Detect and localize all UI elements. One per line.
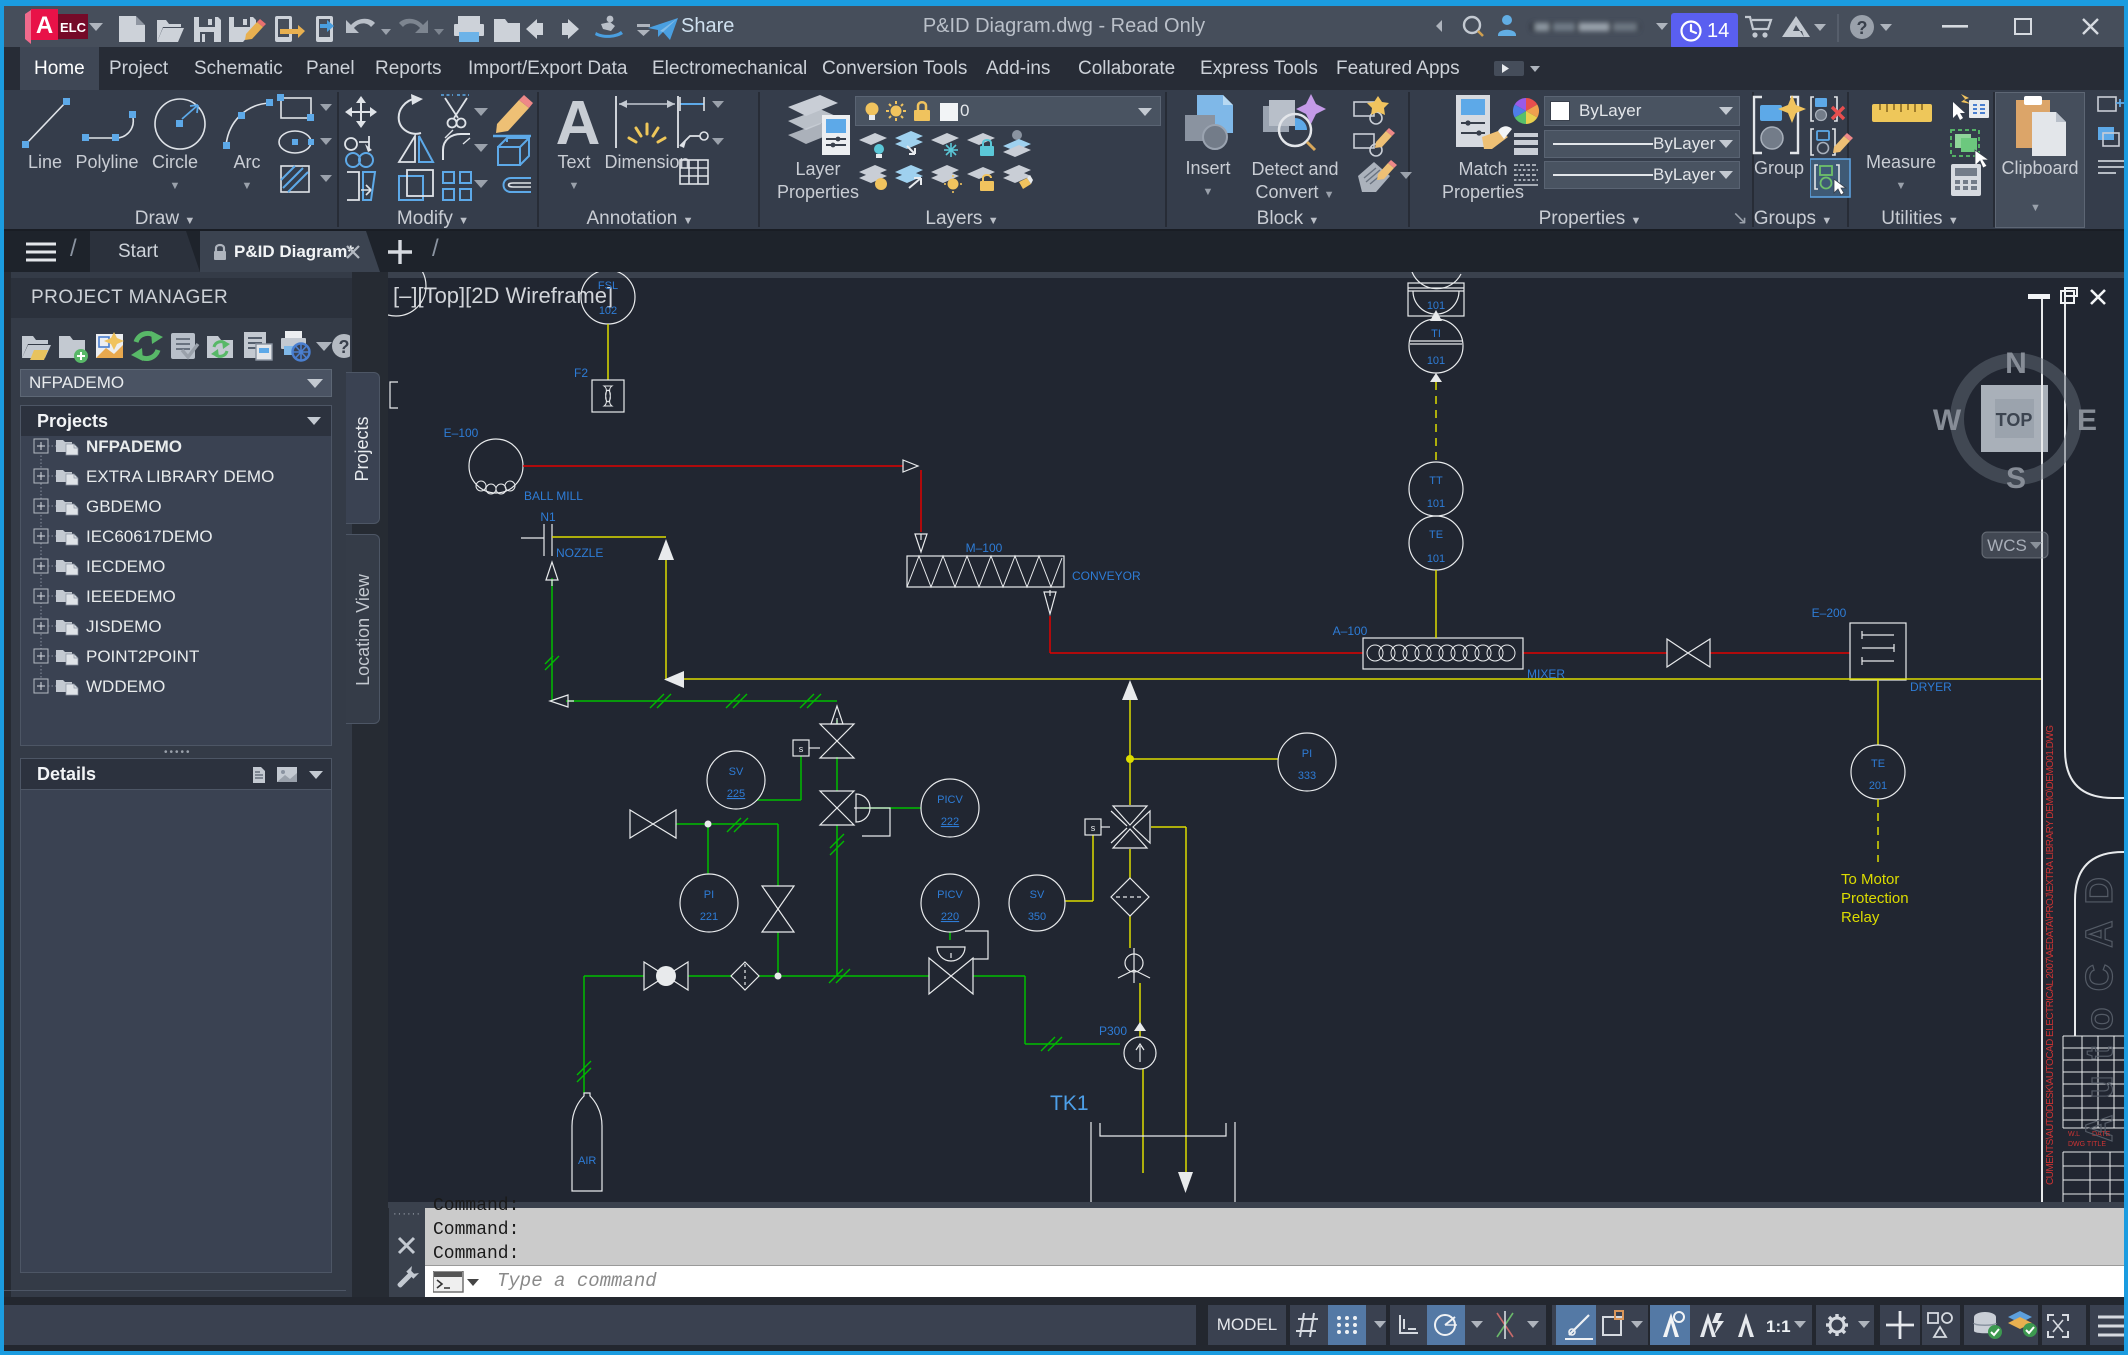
svg-text:Relay: Relay bbox=[1841, 909, 1880, 926]
svg-text:N1: N1 bbox=[540, 510, 556, 524]
svg-text:GBDEMO: GBDEMO bbox=[86, 497, 162, 516]
svg-text:350: 350 bbox=[1028, 911, 1046, 923]
svg-text:M–100: M–100 bbox=[966, 541, 1003, 555]
svg-text:1:1: 1:1 bbox=[1766, 1317, 1791, 1336]
svg-text:PI: PI bbox=[704, 889, 714, 901]
svg-text:F2: F2 bbox=[574, 366, 588, 380]
svg-text:TK1: TK1 bbox=[1050, 1092, 1089, 1115]
svg-text:?: ? bbox=[339, 337, 350, 357]
svg-text:NFPADEMO: NFPADEMO bbox=[86, 437, 182, 456]
svg-text:101: 101 bbox=[1427, 553, 1445, 565]
svg-text:222: 222 bbox=[941, 816, 959, 828]
svg-text:221: 221 bbox=[700, 911, 718, 923]
svg-text:IEC60617DEMO: IEC60617DEMO bbox=[86, 527, 213, 546]
svg-text:SV: SV bbox=[1030, 889, 1045, 901]
svg-text:101: 101 bbox=[1427, 498, 1445, 510]
svg-text:To Motor: To Motor bbox=[1841, 871, 1899, 888]
svg-text:A–100: A–100 bbox=[1333, 624, 1368, 638]
svg-text:CUMENTS\AUTODESK\AUTOCAD ELEC: CUMENTS\AUTODESK\AUTOCAD ELECTRICAL 2007… bbox=[2045, 725, 2056, 1185]
svg-text:PICV: PICV bbox=[937, 794, 963, 806]
svg-text:P300: P300 bbox=[1099, 1024, 1127, 1038]
svg-text:s: s bbox=[799, 744, 804, 754]
svg-text:S: S bbox=[2006, 462, 2026, 495]
svg-text:N: N bbox=[2005, 347, 2027, 380]
svg-text:WDDEMO: WDDEMO bbox=[86, 677, 165, 696]
svg-text:A: A bbox=[36, 12, 53, 39]
svg-text:EXTRA LIBRARY DEMO: EXTRA LIBRARY DEMO bbox=[86, 467, 274, 486]
svg-text:POINT2POINT: POINT2POINT bbox=[86, 647, 199, 666]
svg-text:225: 225 bbox=[727, 788, 745, 800]
svg-text:IEEEDEMO: IEEEDEMO bbox=[86, 587, 176, 606]
svg-text:E: E bbox=[2077, 404, 2097, 437]
svg-text:WCS: WCS bbox=[1987, 536, 2027, 555]
svg-text:TE: TE bbox=[1871, 758, 1885, 770]
svg-text:Protection: Protection bbox=[1841, 890, 1909, 907]
svg-text:E–100: E–100 bbox=[444, 426, 479, 440]
svg-text:TT: TT bbox=[1429, 475, 1443, 487]
svg-text:IECDEMO: IECDEMO bbox=[86, 557, 165, 576]
svg-text:TOP: TOP bbox=[1996, 410, 2033, 430]
svg-text:DRYER: DRYER bbox=[1910, 680, 1952, 694]
svg-text:ELC: ELC bbox=[60, 20, 87, 35]
svg-text:?: ? bbox=[1857, 18, 1868, 38]
svg-text:PI: PI bbox=[1302, 748, 1312, 760]
svg-text:s: s bbox=[1091, 823, 1096, 833]
svg-text:SV: SV bbox=[729, 766, 744, 778]
svg-text:CONVEYOR: CONVEYOR bbox=[1072, 569, 1141, 583]
svg-text:BALL MILL: BALL MILL bbox=[524, 489, 583, 503]
svg-text:PICV: PICV bbox=[937, 889, 963, 901]
svg-text:201: 201 bbox=[1869, 780, 1887, 792]
svg-text:102: 102 bbox=[599, 305, 617, 317]
svg-text:NOZZLE: NOZZLE bbox=[556, 546, 603, 560]
svg-text:TE: TE bbox=[1429, 529, 1443, 541]
svg-text:FSL: FSL bbox=[598, 280, 618, 292]
svg-text:101: 101 bbox=[1427, 355, 1445, 367]
svg-text:E–200: E–200 bbox=[1812, 606, 1847, 620]
svg-text:333: 333 bbox=[1298, 770, 1316, 782]
svg-text:220: 220 bbox=[941, 911, 959, 923]
svg-text:JISDEMO: JISDEMO bbox=[86, 617, 162, 636]
svg-text:AIR: AIR bbox=[578, 1155, 596, 1167]
svg-text:AutoCAD: AutoCAD bbox=[2079, 877, 2121, 1142]
svg-text:W: W bbox=[1933, 404, 1962, 437]
svg-text:TI: TI bbox=[1431, 328, 1441, 340]
